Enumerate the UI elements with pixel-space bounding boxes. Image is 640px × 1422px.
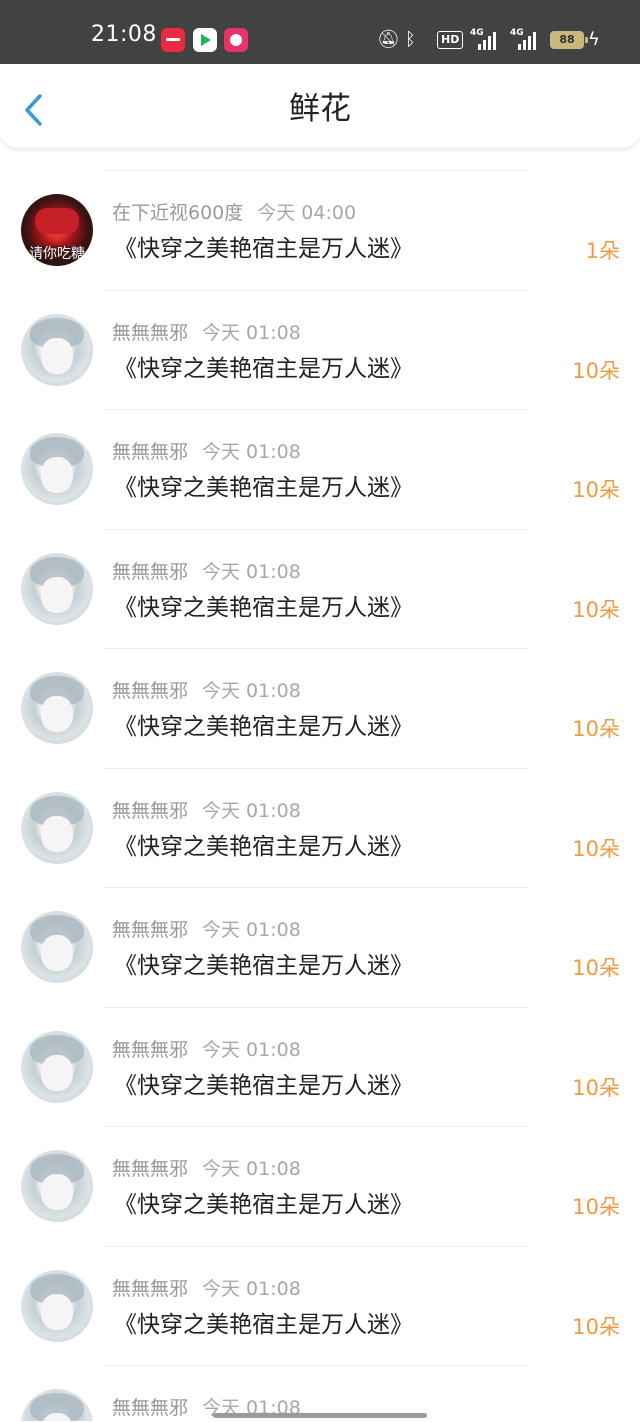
flower-count: 10朵 [572,358,620,383]
item-meta: 無無無邪 今天 01:08 [112,1038,301,1062]
xiaohongshu-icon [161,28,185,52]
nav-header: 鲜花 [0,64,640,148]
list-item[interactable]: 無無無邪 今天 01:08 《快穿之美艳宿主是万人迷》 10朵 [0,648,640,768]
list-item[interactable]: 無無無邪 今天 01:08 《快穿之美艳宿主是万人迷》 10朵 [0,528,640,649]
page-title: 鲜花 [289,91,351,127]
book-title[interactable]: 《快穿之美艳宿主是万人迷》 [114,1190,413,1220]
flower-count: 10朵 [572,717,620,741]
flower-count: 10朵 [572,1075,620,1100]
flower-count: 10朵 [572,1195,620,1219]
user-name: 無無無邪 [112,560,189,583]
user-name: 無無無邪 [112,441,189,463]
user-name: 無無無邪 [112,799,189,822]
list-item[interactable]: 無無無邪 今天 01:08 《快穿之美艳宿主是万人迷》 10朵 [0,887,640,1007]
timestamp: 今天 01:08 [202,919,301,941]
battery-icon: 88 [550,31,588,49]
avatar[interactable] [21,1269,93,1342]
user-name: 無無無邪 [112,1038,189,1061]
list-item[interactable]: 無無無邪 今天 01:08 《快穿之美艳宿主是万人迷》 10朵 [0,1126,640,1246]
avatar[interactable] [21,1150,93,1222]
item-meta: 無無無邪 今天 01:08 [112,440,301,464]
book-title[interactable]: 《快穿之美艳宿主是万人迷》 [114,832,413,862]
timestamp: 今天 01:08 [202,560,301,583]
list-item[interactable]: 请你吃糖 在下近视600度 今天 04:00 《快穿之美艳宿主是万人迷》 1朵 [0,170,640,290]
flower-count: 10朵 [572,1314,620,1339]
flower-count: 10朵 [572,478,620,502]
flower-count: 10朵 [572,597,620,622]
flower-count: 10朵 [572,836,620,861]
video-app-icon [193,28,217,52]
user-name: 無無無邪 [112,919,189,941]
hd-voice-badge: HD [437,31,464,49]
avatar[interactable] [21,313,93,386]
item-meta: 無無無邪 今天 01:08 [112,679,301,703]
item-meta: 無無無邪 今天 01:08 [112,799,301,823]
home-indicator[interactable] [213,1413,427,1418]
timestamp: 今天 01:08 [202,680,301,702]
timestamp: 今天 01:08 [202,321,301,344]
user-name: 無無無邪 [112,321,189,344]
item-meta: 無無無邪 今天 01:08 [112,560,301,584]
user-name: 無無無邪 [112,680,189,702]
book-title[interactable]: 《快穿之美艳宿主是万人迷》 [114,1071,413,1101]
status-time: 21:08 [91,22,157,47]
item-meta: 在下近视600度 今天 04:00 [112,201,356,225]
book-title[interactable]: 《快穿之美艳宿主是万人迷》 [114,1310,413,1340]
avatar[interactable] [21,791,93,864]
avatar[interactable]: 请你吃糖 [21,194,93,266]
user-name: 在下近视600度 [112,202,244,224]
signal-icon: 4G [510,28,536,50]
status-bar: 21:08 🔕︎ ᛒ HD 4G 4G 88 ϟ [0,0,640,64]
avatar[interactable] [21,552,93,625]
timestamp: 今天 01:08 [202,441,301,463]
bluetooth-icon: ᛒ [405,29,416,50]
avatar[interactable] [21,672,93,744]
user-name: 無無無邪 [112,1158,189,1180]
bell-muted-icon: 🔕︎ [377,29,400,50]
network-type-label: 4G [510,28,524,38]
timestamp: 今天 04:00 [257,202,357,224]
book-title[interactable]: 《快穿之美艳宿主是万人迷》 [114,593,413,623]
signal-icon: 4G [470,28,496,50]
list-item[interactable]: 無無無邪 今天 01:08 《快穿之美艳宿主是万人迷》 10朵 [0,1006,640,1127]
item-meta: 無無無邪 今天 01:08 [112,1157,301,1181]
book-title[interactable]: 《快穿之美艳宿主是万人迷》 [114,354,413,384]
item-meta: 無無無邪 今天 01:08 [112,321,301,345]
flower-count: 1朵 [585,239,620,263]
charging-icon: ϟ [588,29,600,50]
network-type-label: 4G [470,28,484,38]
avatar[interactable] [21,433,93,505]
user-name: 無無無邪 [112,1397,189,1419]
list-item[interactable]: 無無無邪 今天 01:08 《快穿之美艳宿主是万人迷》 10朵 [0,1245,640,1366]
avatar[interactable] [21,1030,93,1103]
avatar-caption: 请你吃糖 [29,246,85,262]
list-item[interactable]: 無無無邪 今天 01:08 《快穿之美艳宿主是万人迷》 10朵 [0,289,640,410]
timestamp: 今天 01:08 [202,1038,301,1061]
flower-count: 10朵 [572,956,620,980]
timestamp: 今天 01:08 [202,799,301,822]
flower-list: 请你吃糖 在下近视600度 今天 04:00 《快穿之美艳宿主是万人迷》 1朵 無… [0,170,640,1421]
book-title[interactable]: 《快穿之美艳宿主是万人迷》 [114,234,413,264]
chat-app-icon [224,28,248,52]
avatar[interactable] [21,911,93,983]
book-title[interactable]: 《快穿之美艳宿主是万人迷》 [114,712,413,742]
list-item[interactable]: 無無無邪 今天 01:08 《快穿之美艳宿主是万人迷》 10朵 [0,409,640,529]
timestamp: 今天 01:08 [202,1277,301,1300]
timestamp: 今天 01:08 [202,1158,301,1180]
book-title[interactable]: 《快穿之美艳宿主是万人迷》 [114,951,413,981]
item-meta: 無無無邪 今天 01:08 [112,918,301,942]
user-name: 無無無邪 [112,1277,189,1300]
avatar[interactable] [21,1389,93,1421]
item-meta: 無無無邪 今天 01:08 [112,1277,301,1301]
book-title[interactable]: 《快穿之美艳宿主是万人迷》 [114,473,413,503]
list-item[interactable]: 無無無邪 今天 01:08 《快穿之美艳宿主是万人迷》 10朵 [0,767,640,888]
